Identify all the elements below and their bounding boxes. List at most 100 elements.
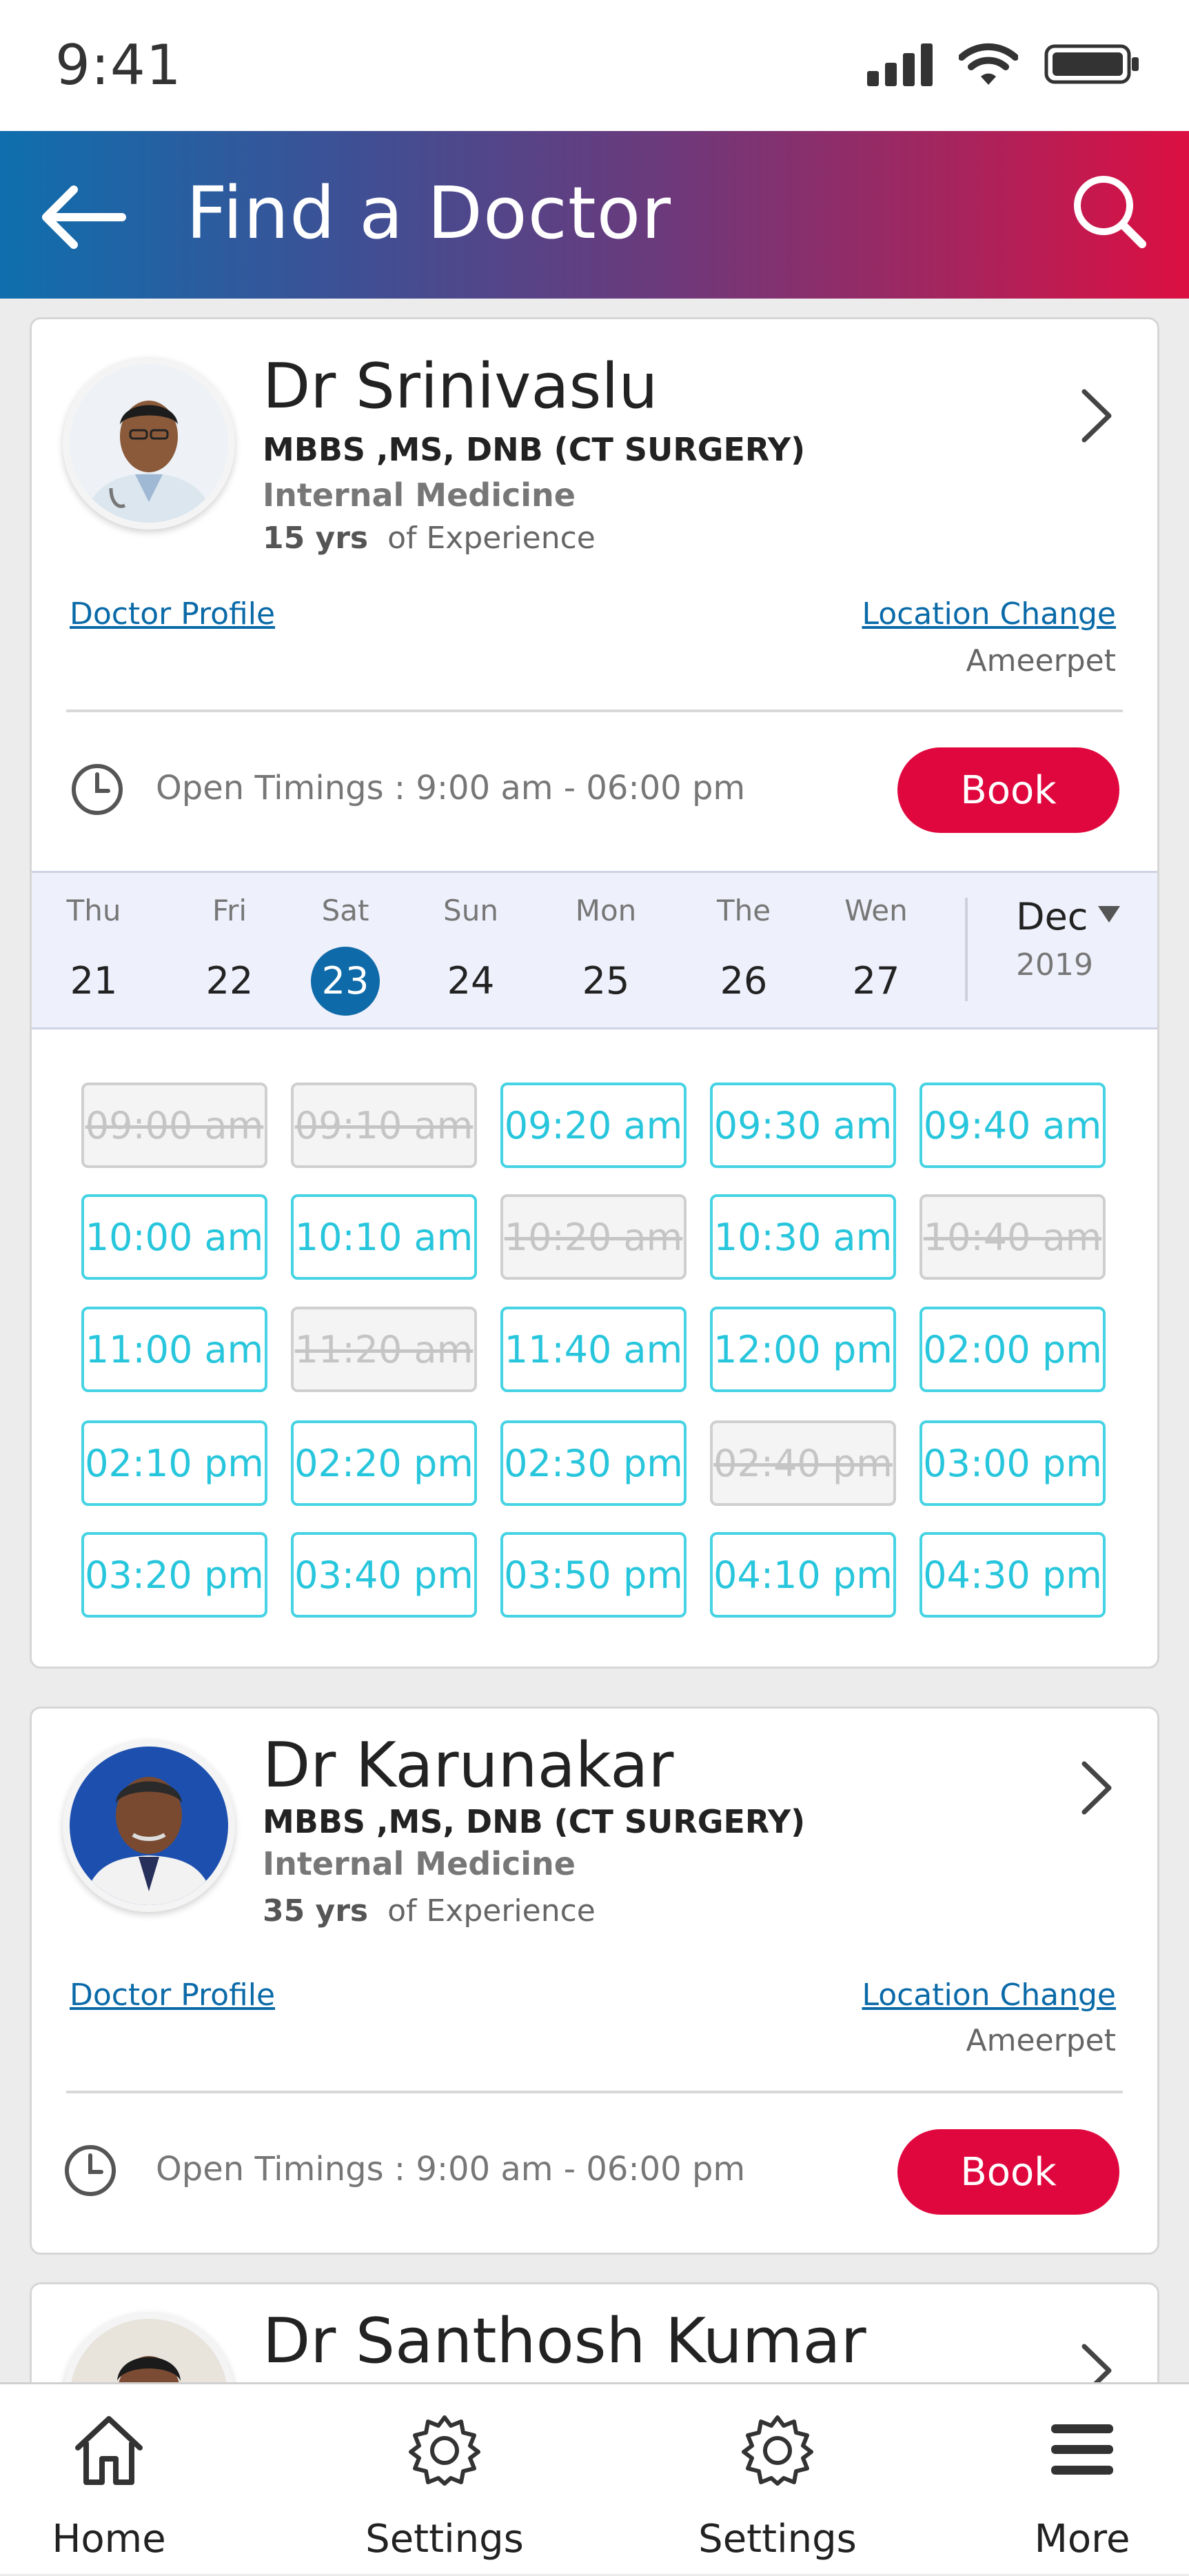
date-thu[interactable]: Thu 21	[42, 894, 145, 1016]
time-slot-unavailable: 10:20 am	[500, 1194, 687, 1280]
time-slot-unavailable: 11:20 am	[291, 1307, 477, 1392]
time-slot[interactable]: 10:00 am	[81, 1194, 267, 1280]
doctor-profile-link[interactable]: Doctor Profile	[70, 1978, 275, 2013]
card-divider	[66, 710, 1123, 712]
day-name: Sun	[443, 894, 498, 927]
open-timings: Open Timings : 9:00 am - 06:00 pm	[156, 769, 746, 807]
app-header: Find a Doctor	[0, 131, 1189, 299]
time-slot-unavailable: 10:40 am	[919, 1194, 1106, 1280]
doctor-department: Internal Medicine	[263, 1845, 576, 1882]
time-slot[interactable]: 03:00 pm	[919, 1420, 1106, 1506]
time-slot[interactable]: 11:40 am	[500, 1307, 687, 1392]
card-divider	[66, 2091, 1123, 2093]
experience-suffix: of Experience	[387, 1893, 596, 1929]
home-icon	[75, 2416, 143, 2485]
date-wen[interactable]: Wen 27	[824, 894, 928, 1016]
gear-icon	[409, 2415, 480, 2486]
time-slot[interactable]: 02:20 pm	[291, 1420, 477, 1506]
book-button[interactable]: Book	[897, 747, 1119, 833]
location-change-link[interactable]: Location Change	[862, 1978, 1116, 2013]
day-date: 21	[70, 959, 118, 1003]
time-slot[interactable]: 02:00 pm	[919, 1307, 1106, 1392]
experience-suffix: of Experience	[387, 521, 596, 556]
tab-home[interactable]: Home	[6, 2384, 212, 2576]
time-slot[interactable]: 04:10 pm	[710, 1532, 896, 1618]
date-sun[interactable]: Sun 24	[419, 894, 522, 1016]
day-date: 26	[720, 959, 768, 1003]
tab-settings[interactable]: Settings	[341, 2384, 548, 2576]
time-slot[interactable]: 03:50 pm	[500, 1532, 687, 1618]
date-mon[interactable]: Mon 25	[554, 894, 658, 1016]
chevron-right-icon[interactable]	[1076, 385, 1117, 447]
gear-icon	[742, 2415, 813, 2486]
date-fri[interactable]: Fri 22	[178, 894, 281, 1016]
date-selector: Thu 21 Fri 22 Sat 23 Sun 24 Mon 25 The 2…	[32, 871, 1157, 1029]
day-name: Sat	[321, 894, 369, 927]
day-date: 24	[447, 959, 495, 1003]
clock-icon	[72, 764, 123, 815]
menu-icon	[1051, 2424, 1113, 2475]
date-the[interactable]: The 26	[692, 894, 795, 1016]
tab-label: More	[1034, 2517, 1130, 2562]
cellular-signal-icon	[867, 42, 933, 86]
date-sat[interactable]: Sat 23	[294, 894, 397, 1016]
doctor-profile-link[interactable]: Doctor Profile	[70, 596, 275, 632]
bottom-tab-bar: Home Settings Settings More	[0, 2382, 1189, 2574]
time-slot[interactable]: 09:30 am	[710, 1083, 896, 1168]
status-icons	[867, 40, 1141, 88]
time-slot[interactable]: 10:30 am	[710, 1194, 896, 1280]
time-slot[interactable]: 10:10 am	[291, 1194, 477, 1280]
doctor-degree: MBBS ,MS, DNB (CT SURGERY)	[263, 431, 806, 468]
page-title: Find a Doctor	[186, 171, 671, 255]
day-name: The	[716, 894, 771, 927]
time-slot[interactable]: 09:20 am	[500, 1083, 687, 1168]
doctor-card: Dr Karunakar MBBS ,MS, DNB (CT SURGERY) …	[30, 1707, 1159, 2255]
doctor-degree: MBBS ,MS, DNB (CT SURGERY)	[263, 1803, 806, 1840]
back-arrow-icon[interactable]	[38, 183, 128, 252]
location-change-link[interactable]: Location Change	[862, 596, 1116, 632]
tab-more[interactable]: More	[979, 2384, 1186, 2576]
tab-label: Home	[52, 2517, 166, 2562]
time-slot-unavailable: 02:40 pm	[710, 1420, 896, 1506]
day-name: Mon	[575, 894, 637, 927]
status-time: 9:41	[55, 33, 182, 97]
calendar-separator	[965, 898, 968, 1001]
open-timings: Open Timings : 9:00 am - 06:00 pm	[156, 2150, 746, 2188]
day-date-selected: 23	[311, 947, 380, 1016]
battery-icon	[1044, 44, 1139, 84]
doctor-avatar	[63, 1740, 235, 1912]
month-dropdown[interactable]: Dec	[1016, 895, 1088, 938]
doctor-name[interactable]: Dr Santhosh Kumar	[263, 2305, 866, 2377]
doctor-experience: 35 yrs of Experience	[263, 1893, 596, 1929]
tab-label: Settings	[698, 2517, 857, 2562]
doctor-experience: 15 yrs of Experience	[263, 521, 596, 556]
time-slot[interactable]: 02:30 pm	[500, 1420, 687, 1506]
time-slot[interactable]: 09:40 am	[919, 1083, 1106, 1168]
doctor-name[interactable]: Dr Karunakar	[263, 1729, 673, 1802]
time-slot[interactable]: 02:10 pm	[81, 1420, 267, 1506]
time-slot-unavailable: 09:10 am	[291, 1083, 477, 1168]
time-slot[interactable]: 12:00 pm	[710, 1307, 896, 1392]
doctor-location: Ameerpet	[966, 643, 1116, 678]
status-bar: 9:41	[0, 0, 1189, 131]
time-slot-unavailable: 09:00 am	[81, 1083, 267, 1168]
time-slot[interactable]: 04:30 pm	[919, 1532, 1106, 1618]
wifi-icon	[959, 43, 1018, 85]
day-date: 25	[582, 959, 630, 1003]
day-name: Thu	[66, 894, 121, 927]
doctor-name[interactable]: Dr Srinivaslu	[263, 350, 658, 423]
chevron-right-icon[interactable]	[1076, 1757, 1117, 1819]
experience-years: 15 yrs	[263, 521, 369, 556]
book-button[interactable]: Book	[897, 2129, 1119, 2215]
tab-settings-2[interactable]: Settings	[674, 2384, 881, 2576]
year-label: 2019	[1016, 947, 1093, 983]
time-slot[interactable]: 03:40 pm	[291, 1532, 477, 1618]
caret-down-icon[interactable]	[1098, 906, 1120, 923]
doctor-department: Internal Medicine	[263, 476, 576, 514]
doctor-avatar	[63, 357, 235, 530]
time-slot[interactable]: 03:20 pm	[81, 1532, 267, 1618]
experience-years: 35 yrs	[263, 1893, 369, 1929]
time-slot[interactable]: 11:00 am	[81, 1307, 267, 1392]
search-icon[interactable]	[1070, 172, 1146, 248]
day-name: Wen	[844, 894, 908, 927]
